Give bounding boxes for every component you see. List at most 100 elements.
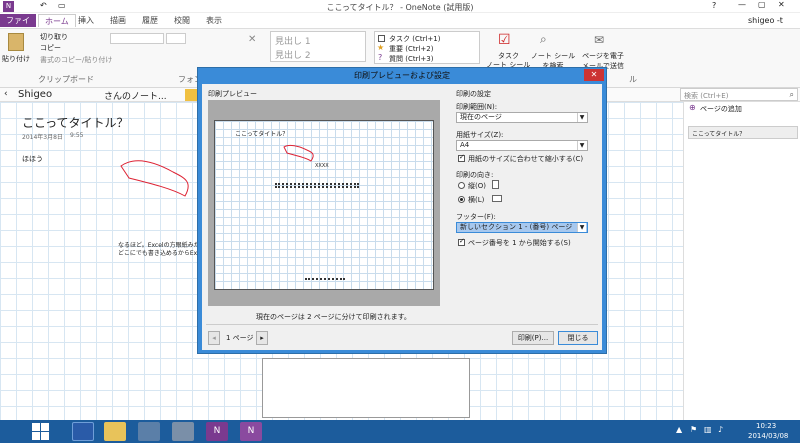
footer-label: フッター(F): xyxy=(456,213,496,221)
note-text-1[interactable]: ほほう xyxy=(22,154,43,164)
cut-button[interactable]: 切り取り xyxy=(40,32,68,42)
font-name-box[interactable] xyxy=(110,33,164,44)
find-tags-icon[interactable]: ⌕ xyxy=(540,32,547,47)
question-icon: ? xyxy=(378,53,383,62)
page-item[interactable]: ここってタイトル？ xyxy=(688,126,798,139)
onenote-send-icon[interactable]: N xyxy=(240,422,262,441)
volume-icon[interactable]: ♪ xyxy=(718,425,723,434)
clock-date[interactable]: 2014/03/08 xyxy=(748,432,788,440)
fit-label: 用紙のサイズに合わせて縮小する(C) xyxy=(468,155,584,163)
tab-view[interactable]: 表示 xyxy=(200,14,228,27)
start-page-checkbox[interactable] xyxy=(458,237,465,246)
maximize-button[interactable]: ▢ xyxy=(758,0,766,9)
search-input[interactable]: 検索 (Ctrl+E) xyxy=(684,91,728,101)
add-page-icon[interactable]: ⊕ xyxy=(689,103,696,112)
tab-draw[interactable]: 描画 xyxy=(104,14,132,27)
note-time: 9:55 xyxy=(70,132,84,139)
close-button[interactable]: 閉じる xyxy=(558,331,598,345)
user-name[interactable]: shigeo -t xyxy=(748,16,783,25)
fit-checkbox[interactable] xyxy=(458,153,465,162)
network-tray-icon[interactable]: ▥ xyxy=(704,425,712,434)
start-page-label: ページ番号を 1 から開始する(S) xyxy=(468,239,571,247)
preview-label: 印刷プレビュー xyxy=(208,90,257,98)
separator-line xyxy=(206,324,598,325)
tab-file[interactable]: ファイル xyxy=(0,14,36,38)
title-bar: N ↶ ▭ ここってタイトル？ - OneNote (試用版) ? — ▢ ✕ xyxy=(0,0,800,13)
orientation-label: 印刷の向き: xyxy=(456,171,494,179)
font-size-box[interactable] xyxy=(166,33,186,44)
search-box[interactable]: 検索 (Ctrl+E) ⌕ xyxy=(680,88,798,101)
tab-home[interactable]: ホーム xyxy=(38,14,76,27)
preview-footer-line xyxy=(305,278,345,280)
preview-page: ここってタイトル？ XXXX xyxy=(214,120,434,290)
tab-history[interactable]: 履歴 xyxy=(136,14,164,27)
clock-time[interactable]: 10:23 xyxy=(756,422,776,430)
footer-select[interactable]: 新しいセクション 1 - (番号) ページ ▼ xyxy=(456,222,588,233)
format-painter-button[interactable]: 書式のコピー/貼り付け xyxy=(40,55,112,65)
tray-up-icon[interactable]: ▲ xyxy=(676,425,682,434)
paste-icon[interactable] xyxy=(8,33,24,51)
ribbon-tabs: ファイル ホーム 挿入 描画 履歴 校閲 表示 shigeo -t xyxy=(0,13,800,38)
tags-group-label: ル xyxy=(629,75,637,84)
paper-value: A4 xyxy=(460,141,470,149)
page-item-label: ここってタイトル？ xyxy=(692,131,746,138)
onenote-taskbar-icon[interactable]: N xyxy=(206,422,228,441)
dialog-body: 印刷プレビュー ここってタイトル？ XXXX 現在のページは 2 ページに分けて… xyxy=(202,84,602,350)
preview-text-lines xyxy=(275,183,359,188)
chevron-down-icon: ▼ xyxy=(577,113,586,122)
file-explorer-icon[interactable] xyxy=(104,422,126,441)
section-tab[interactable]: さんのノート... xyxy=(104,89,167,102)
next-page-button[interactable]: ▸ xyxy=(256,331,268,345)
landscape-page-icon xyxy=(492,195,502,202)
paper-select[interactable]: A4 ▼ xyxy=(456,140,588,151)
red-ink-drawing[interactable] xyxy=(115,152,195,202)
style-heading-2[interactable]: 見出し 2 xyxy=(275,48,311,61)
taskbar: N N ▲ ⚑ ▥ ♪ 10:23 2014/03/08 xyxy=(0,420,800,443)
flag-icon[interactable]: ⚑ xyxy=(690,425,697,434)
portrait-radio[interactable] xyxy=(458,182,465,189)
note-title[interactable]: ここってタイトル？ xyxy=(22,114,129,131)
server-manager-icon[interactable] xyxy=(138,422,160,441)
star-icon: ★ xyxy=(377,43,385,52)
styles-gallery[interactable]: 見出し 1 見出し 2 xyxy=(270,31,366,62)
page-list-pane: ⊕ ページの追加 ここってタイトル？ xyxy=(683,102,800,420)
network-icon[interactable] xyxy=(172,422,194,441)
style-heading-1[interactable]: 見出し 1 xyxy=(275,34,311,47)
back-arrow-icon[interactable]: ‹ xyxy=(4,89,8,99)
footer-value: 新しいセクション 1 - (番号) ページ xyxy=(460,223,573,231)
tab-review[interactable]: 校閲 xyxy=(168,14,196,27)
copy-button[interactable]: コピー xyxy=(40,43,61,53)
tag-important[interactable]: 重要 (Ctrl+2) xyxy=(389,44,433,54)
outlook-task-icon[interactable]: ☑ xyxy=(498,32,511,48)
dialog-title: 印刷プレビューおよび設定 xyxy=(354,71,450,80)
close-window-button[interactable]: ✕ xyxy=(778,0,785,9)
search-icon[interactable]: ⌕ xyxy=(790,90,794,100)
notebook-name[interactable]: Shigeo xyxy=(18,89,52,100)
portrait-label: 縦(O) xyxy=(468,182,486,190)
note-text-3[interactable]: どこにでも書き込めるからExc xyxy=(118,248,200,257)
minimize-button[interactable]: — xyxy=(738,0,746,9)
tags-gallery[interactable]: タスク (Ctrl+1) ★ 重要 (Ctrl+2) ? 質問 (Ctrl+3) xyxy=(374,31,480,64)
page-indicator: 1 ページ xyxy=(226,334,254,342)
powershell-icon[interactable] xyxy=(72,422,94,441)
paste-button[interactable]: 貼り付け xyxy=(2,54,30,64)
tag-task[interactable]: タスク (Ctrl+1) xyxy=(389,34,440,44)
dialog-close-button[interactable]: ✕ xyxy=(584,69,604,81)
tab-insert[interactable]: 挿入 xyxy=(72,14,100,27)
print-button[interactable]: 印刷(P)... xyxy=(512,331,554,345)
preview-note: 現在のページは 2 ページに分けて印刷されます。 xyxy=(256,313,411,321)
window-title: ここってタイトル？ - OneNote (試用版) xyxy=(326,3,474,12)
tag-question[interactable]: 質問 (Ctrl+3) xyxy=(389,54,433,64)
chevron-down-icon: ▼ xyxy=(577,223,586,232)
portrait-page-icon xyxy=(492,180,499,189)
windows-start-icon[interactable] xyxy=(32,423,50,440)
email-icon[interactable]: ✉ xyxy=(594,33,604,47)
range-value: 現在のページ xyxy=(460,113,502,121)
clear-format-icon[interactable]: ✕ xyxy=(248,34,256,45)
preview-page-title: ここってタイトル？ xyxy=(235,131,289,138)
prev-page-button[interactable]: ◂ xyxy=(208,331,220,345)
landscape-radio[interactable] xyxy=(458,196,465,203)
add-page-button[interactable]: ページの追加 xyxy=(700,104,742,114)
range-select[interactable]: 現在のページ ▼ xyxy=(456,112,588,123)
help-icon[interactable]: ? xyxy=(712,1,716,10)
